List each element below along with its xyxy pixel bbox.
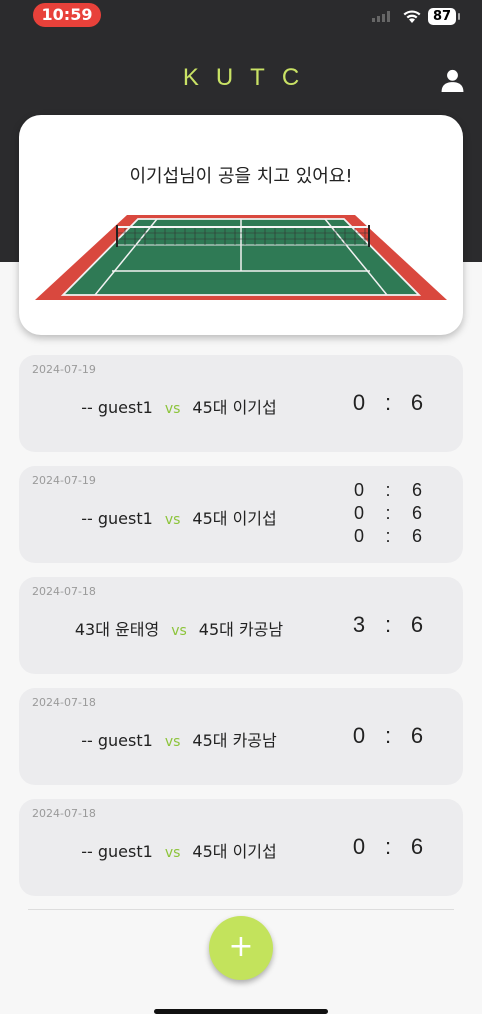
- list-divider: [28, 909, 454, 910]
- match-card[interactable]: 2024-07-19 -- guest1 vs 45대 이기섭 0:6 0:6 0:…: [19, 466, 463, 563]
- match-card[interactable]: 2024-07-19 -- guest1 vs 45대 이기섭 0:6: [19, 355, 463, 452]
- score-right: 6: [410, 390, 424, 415]
- match-players: -- guest1 vs 45대 카공남: [19, 727, 339, 751]
- score-right: 6: [411, 503, 422, 523]
- tennis-court-illustration: [35, 215, 447, 300]
- match-card[interactable]: 2024-07-18 -- guest1 vs 45대 카공남 0:6: [19, 688, 463, 785]
- match-date: 2024-07-18: [32, 696, 96, 709]
- score-left: 0: [352, 390, 366, 415]
- vs-label: vs: [164, 845, 181, 861]
- score-separator: :: [384, 723, 392, 748]
- hero-card: 이기섭님이 공을 치고 있어요!: [19, 115, 463, 335]
- match-score: 0:6 0:6 0:6: [333, 479, 443, 548]
- player-2: 45대 이기섭: [192, 842, 277, 861]
- match-date: 2024-07-19: [32, 474, 96, 487]
- score-separator: :: [384, 834, 392, 859]
- score-right: 6: [411, 480, 422, 500]
- vs-label: vs: [171, 623, 187, 639]
- player-2: 45대 이기섭: [192, 509, 277, 528]
- battery-indicator: 87: [428, 8, 456, 25]
- score-separator: :: [384, 612, 392, 637]
- status-bar: 10:59 87: [0, 0, 482, 34]
- match-card[interactable]: 2024-07-18 43대 윤태영 vs 45대 카공남 3:6: [19, 577, 463, 674]
- player-1: -- guest1: [81, 398, 153, 417]
- match-date: 2024-07-18: [32, 585, 96, 598]
- player-1: -- guest1: [81, 509, 153, 528]
- vs-label: vs: [164, 734, 181, 750]
- match-card[interactable]: 2024-07-18 -- guest1 vs 45대 이기섭 0:6: [19, 799, 463, 896]
- score-left: 3: [352, 612, 366, 637]
- vs-label: vs: [164, 401, 181, 417]
- score-left: 0: [353, 526, 364, 546]
- score-separator: :: [385, 503, 391, 523]
- match-players: -- guest1 vs 45대 이기섭: [19, 505, 339, 529]
- player-1: 43대 윤태영: [74, 620, 160, 639]
- score-separator: :: [385, 526, 391, 546]
- cellular-signal-icon: [372, 11, 390, 22]
- set-score: 0:6: [333, 525, 443, 548]
- score-left: 0: [353, 480, 364, 500]
- wifi-icon: [403, 10, 421, 23]
- player-2: 45대 이기섭: [192, 398, 277, 417]
- hero-message: 이기섭님이 공을 치고 있어요!: [129, 166, 353, 187]
- score-left: 0: [352, 723, 366, 748]
- match-players: -- guest1 vs 45대 이기섭: [19, 394, 339, 418]
- match-score: 0:6: [333, 723, 443, 749]
- score-right: 6: [411, 526, 422, 546]
- match-score: 0:6: [333, 390, 443, 416]
- set-score: 0:6: [333, 502, 443, 525]
- profile-icon[interactable]: [440, 68, 465, 93]
- player-1: -- guest1: [81, 731, 153, 750]
- home-indicator: [154, 1009, 328, 1014]
- score-right: 6: [410, 723, 424, 748]
- battery-nub: [458, 13, 460, 20]
- player-1: -- guest1: [81, 842, 153, 861]
- vs-label: vs: [164, 512, 181, 528]
- score-left: 0: [353, 503, 364, 523]
- match-players: 43대 윤태영 vs 45대 카공남: [19, 616, 339, 640]
- match-score: 0:6: [333, 834, 443, 860]
- player-2: 45대 카공남: [198, 620, 284, 639]
- score-separator: :: [385, 480, 391, 500]
- match-players: -- guest1 vs 45대 이기섭: [19, 838, 339, 862]
- match-date: 2024-07-19: [32, 363, 96, 376]
- add-match-button[interactable]: +: [209, 916, 273, 980]
- match-score: 3:6: [333, 612, 443, 638]
- score-separator: :: [384, 390, 392, 415]
- player-2: 45대 카공남: [192, 731, 277, 750]
- score-left: 0: [352, 834, 366, 859]
- score-right: 6: [410, 834, 424, 859]
- score-right: 6: [410, 612, 424, 637]
- app-title: KUTC: [182, 64, 317, 91]
- status-time: 10:59: [33, 3, 101, 27]
- match-date: 2024-07-18: [32, 807, 96, 820]
- set-score: 0:6: [333, 479, 443, 502]
